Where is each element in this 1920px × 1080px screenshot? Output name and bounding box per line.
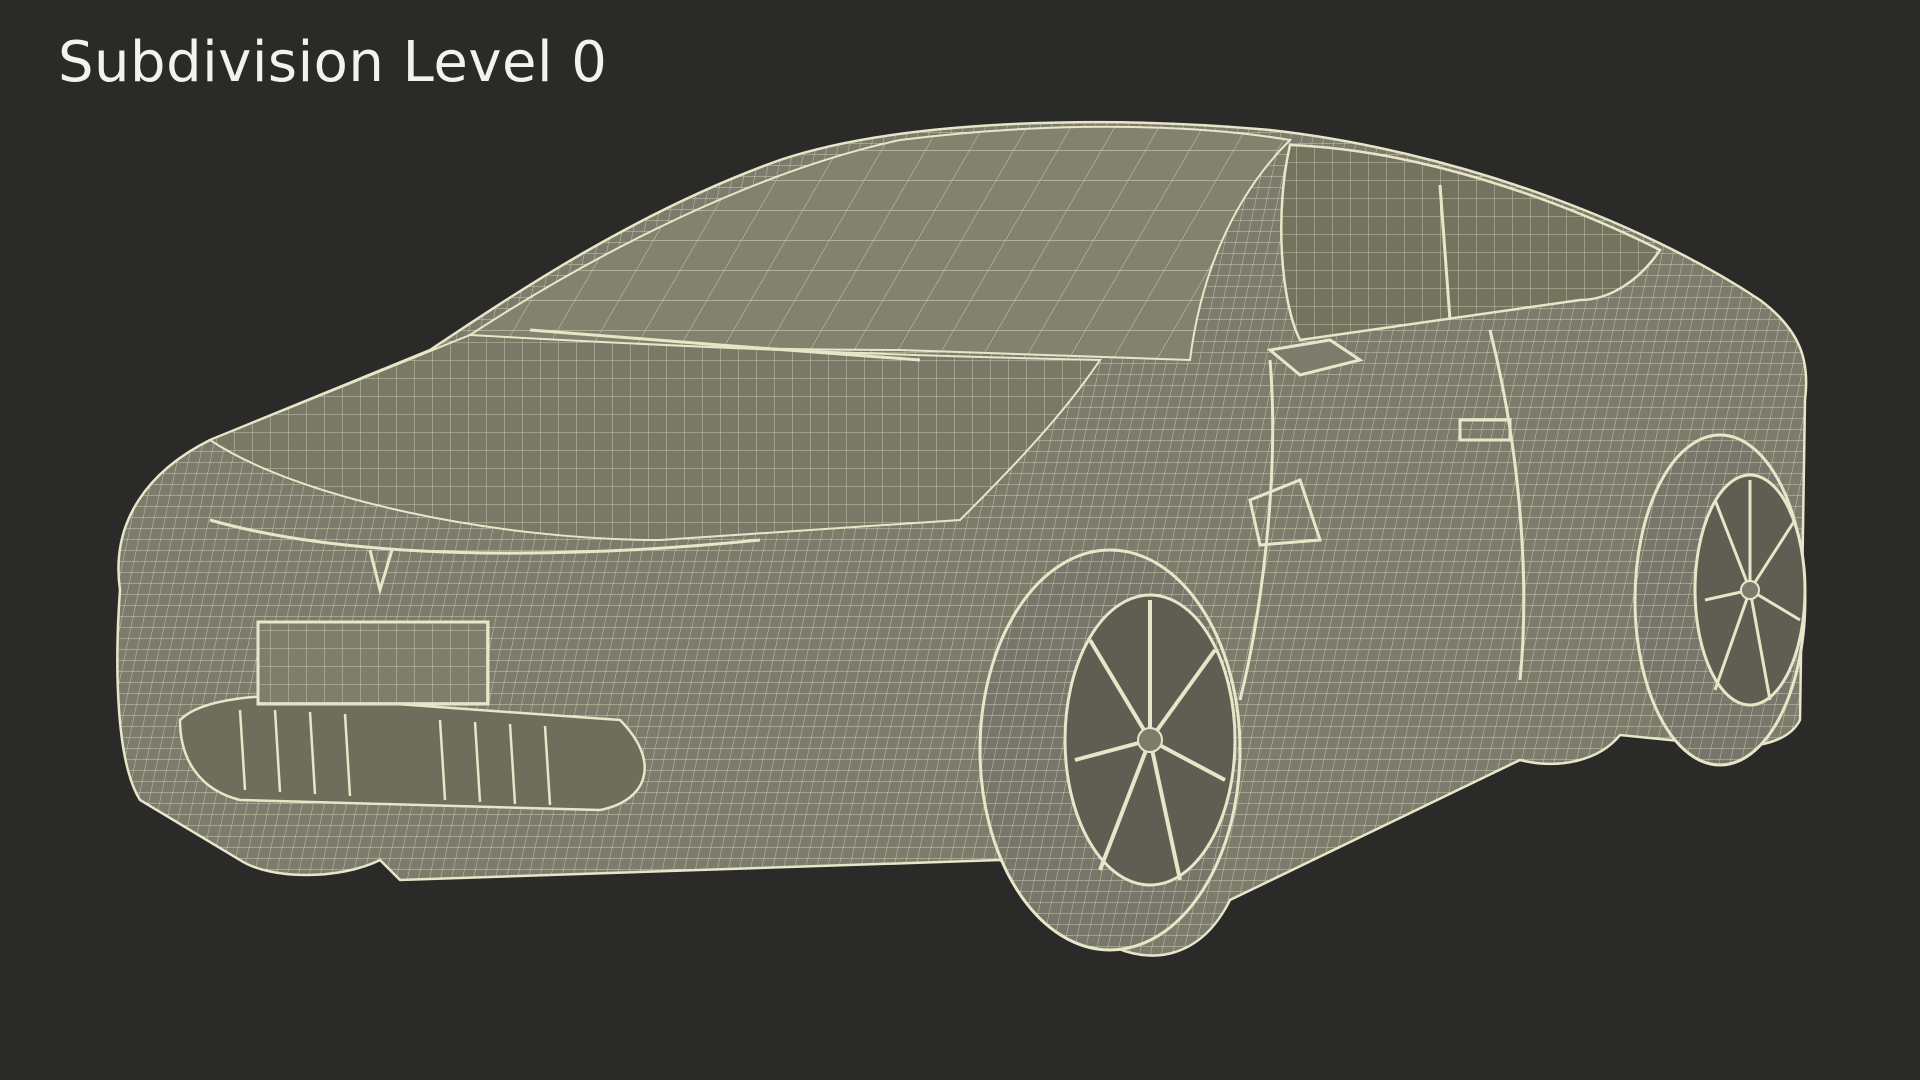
front-wheel bbox=[978, 548, 1242, 952]
car-roof bbox=[466, 125, 1293, 362]
viewport: Subdivision Level 0 bbox=[0, 0, 1920, 1080]
rear-wheel bbox=[1633, 433, 1807, 767]
wireframe-car-model-icon bbox=[116, 120, 1808, 957]
license-plate bbox=[256, 620, 490, 706]
